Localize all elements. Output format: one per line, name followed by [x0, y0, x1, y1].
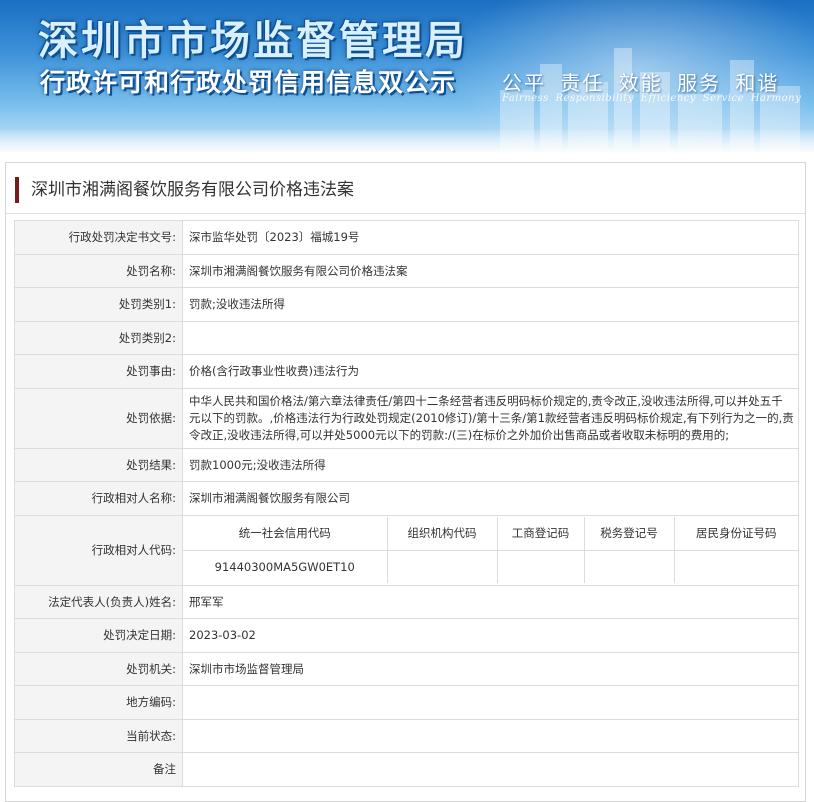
header-banner: 深圳市市场监督管理局 行政许可和行政处罚信用信息双公示 公平 责任 效能 服务 … [0, 0, 814, 152]
content-panel: 深圳市湘满阁餐饮服务有限公司价格违法案 行政处罚决定书文号: 深市监华处罚〔20… [5, 162, 806, 802]
field-label: 法定代表人(负责人)姓名: [14, 584, 183, 619]
decision-number-value: 深市监华处罚〔2023〕福城19号 [182, 220, 799, 255]
table-row: 行政相对人名称: 深圳市湘满阁餐饮服务有限公司 [14, 481, 799, 516]
org-code-value [386, 549, 498, 583]
title-divider [6, 213, 805, 214]
result-value: 罚款1000元;没收违法所得 [182, 447, 799, 482]
status-value [182, 718, 799, 753]
legal-rep-value: 邢军军 [182, 584, 799, 619]
field-label: 处罚依据: [14, 387, 183, 449]
tax-reg-value [583, 549, 675, 583]
table-row: 处罚类别2: [14, 320, 799, 355]
category1-value: 罚款;没收违法所得 [182, 287, 799, 322]
field-label: 行政相对人代码: [14, 514, 183, 586]
table-row: 备注 [14, 752, 799, 787]
table-row: 处罚依据: 中华人民共和国价格法/第六章法律责任/第四十二条经营者违反明码标价规… [14, 387, 799, 449]
code-header-row: 统一社会信用代码 组织机构代码 工商登记码 税务登记号 居民身份证号码 [183, 517, 798, 551]
table-row: 处罚结果: 罚款1000元;没收违法所得 [14, 447, 799, 482]
table-row: 行政处罚决定书文号: 深市监华处罚〔2023〕福城19号 [14, 220, 799, 255]
authority-value: 深圳市市场监督管理局 [182, 651, 799, 686]
banner-floor [0, 130, 814, 152]
slogan-english: Fairness Responsibility Efficiency Servi… [502, 93, 802, 104]
field-label: 备注 [14, 752, 183, 787]
code-header: 居民身份证号码 [673, 517, 798, 551]
slogan: 公平 责任 效能 服务 和谐 [502, 71, 780, 95]
decision-date-value: 2023-03-02 [182, 618, 799, 653]
site-title: 深圳市市场监督管理局 [38, 18, 468, 64]
code-header: 统一社会信用代码 [183, 517, 388, 551]
table-row: 地方编码: [14, 685, 799, 720]
table-row: 处罚机关: 深圳市市场监督管理局 [14, 651, 799, 686]
field-label: 行政相对人名称: [14, 481, 183, 516]
code-value-row: 91440300MA5GW0ET10 [183, 549, 798, 583]
code-header: 税务登记号 [583, 517, 675, 551]
field-label: 当前状态: [14, 718, 183, 753]
table-row: 处罚决定日期: 2023-03-02 [14, 618, 799, 653]
party-code-table: 统一社会信用代码 组织机构代码 工商登记码 税务登记号 居民身份证号码 9144… [183, 517, 798, 583]
field-label: 处罚事由: [14, 354, 183, 389]
table-row: 法定代表人(负责人)姓名: 邢军军 [14, 584, 799, 619]
field-label: 处罚类别2: [14, 320, 183, 355]
table-row: 当前状态: [14, 718, 799, 753]
id-number-value [673, 549, 798, 583]
case-title: 深圳市湘满阁餐饮服务有限公司价格违法案 [15, 177, 354, 203]
party-name-value: 深圳市湘满阁餐饮服务有限公司 [182, 481, 799, 516]
remarks-value [182, 752, 799, 787]
table-row: 处罚类别1: 罚款;没收违法所得 [14, 287, 799, 322]
case-info-table: 行政处罚决定书文号: 深市监华处罚〔2023〕福城19号 处罚名称: 深圳市湘满… [14, 220, 799, 787]
field-label: 处罚名称: [14, 253, 183, 288]
field-label: 处罚类别1: [14, 287, 183, 322]
field-label: 行政处罚决定书文号: [14, 220, 183, 255]
basis-value: 中华人民共和国价格法/第六章法律责任/第四十二条经营者违反明码标价规定的,责令改… [182, 387, 799, 449]
table-row: 处罚名称: 深圳市湘满阁餐饮服务有限公司价格违法案 [14, 253, 799, 288]
field-label: 处罚结果: [14, 447, 183, 482]
penalty-name-value: 深圳市湘满阁餐饮服务有限公司价格违法案 [182, 253, 799, 288]
category2-value [182, 320, 799, 355]
code-header: 工商登记码 [496, 517, 585, 551]
field-label: 处罚决定日期: [14, 618, 183, 653]
field-label: 处罚机关: [14, 651, 183, 686]
table-row: 处罚事由: 价格(含行政事业性收费)违法行为 [14, 354, 799, 389]
table-row: 行政相对人代码: 统一社会信用代码 组织机构代码 工商登记码 税务登记号 居民身… [14, 514, 799, 586]
credit-code-value: 91440300MA5GW0ET10 [183, 549, 388, 583]
party-code-cell: 统一社会信用代码 组织机构代码 工商登记码 税务登记号 居民身份证号码 9144… [182, 514, 799, 586]
site-subtitle: 行政许可和行政处罚信用信息双公示 [40, 68, 457, 97]
business-reg-value [496, 549, 585, 583]
reason-value: 价格(含行政事业性收费)违法行为 [182, 354, 799, 389]
code-header: 组织机构代码 [386, 517, 498, 551]
field-label: 地方编码: [14, 685, 183, 720]
local-code-value [182, 685, 799, 720]
